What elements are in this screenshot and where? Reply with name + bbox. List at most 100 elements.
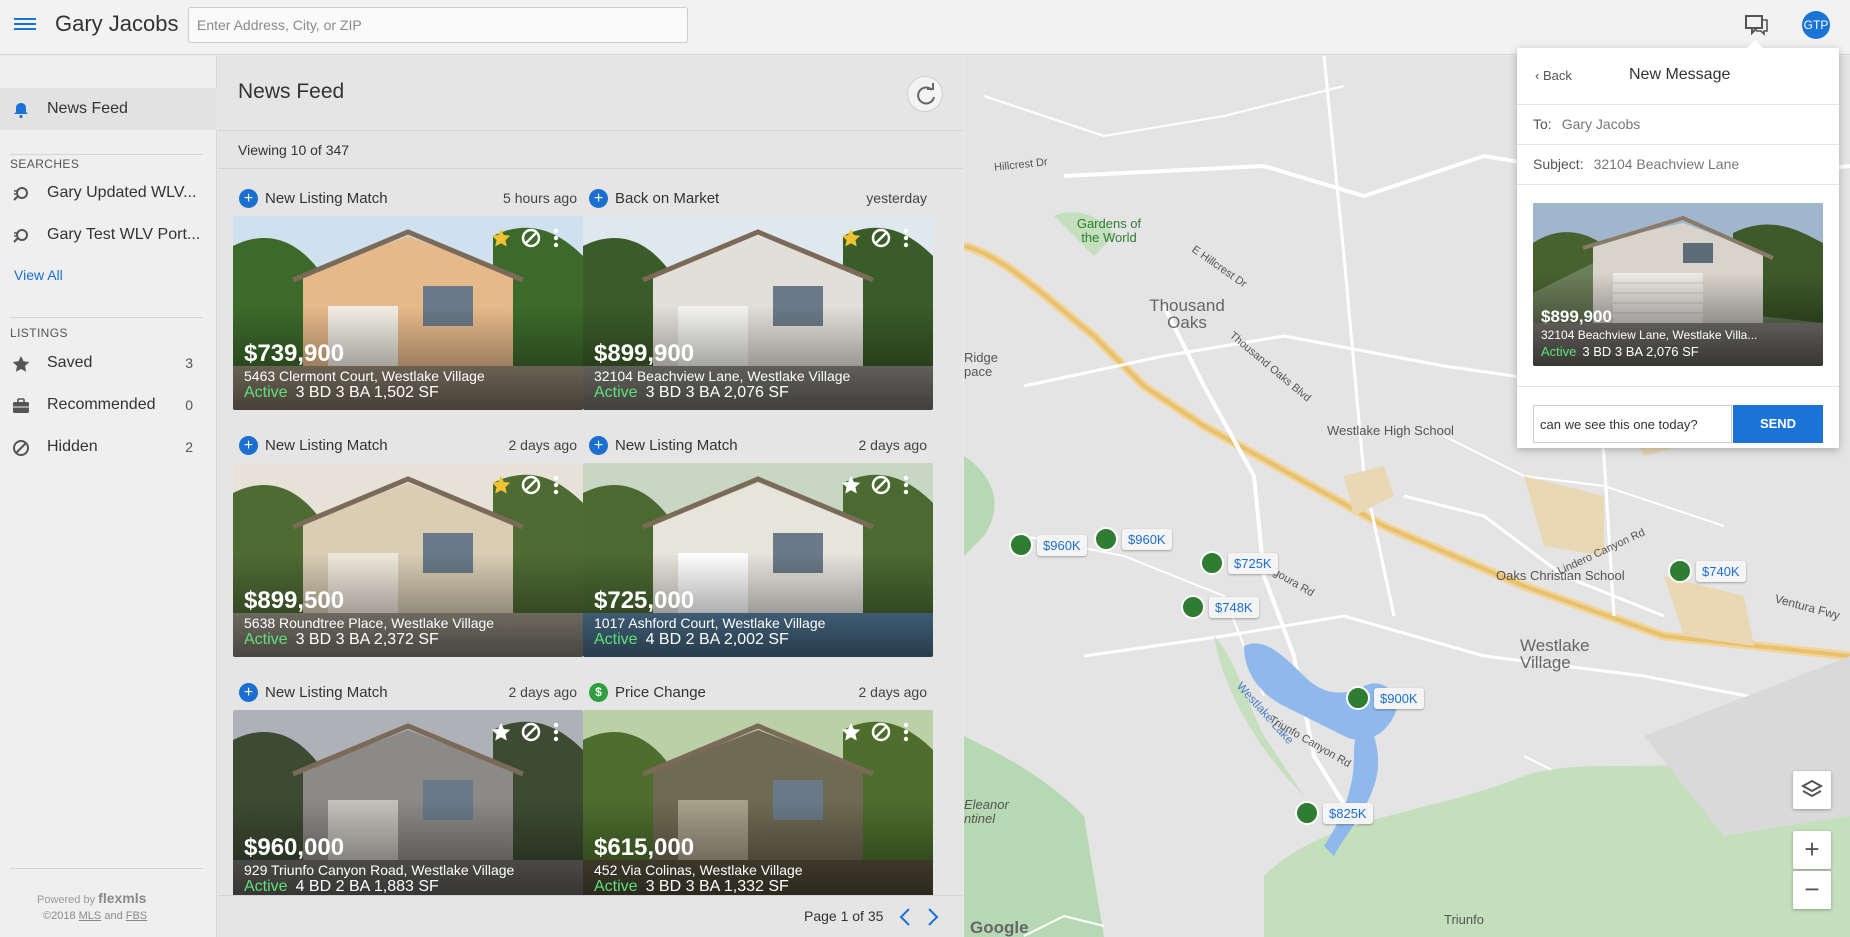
more-vert-icon[interactable] [901,474,911,496]
message-input[interactable] [1533,405,1732,443]
star-icon [12,356,30,372]
card-header: + New Listing Match 2 days ago [233,674,583,710]
star-icon[interactable] [490,227,512,249]
listing-photo[interactable]: $615,000 452 Via Colinas, Westlake Villag… [583,710,933,904]
star-icon[interactable] [840,474,862,496]
hide-listing-icon[interactable] [870,474,892,496]
map-pin[interactable]: $740K [1668,559,1746,583]
divider [10,154,203,155]
sidebar-item-hidden[interactable]: Hidden 2 [0,426,217,468]
hide-listing-icon[interactable] [870,227,892,249]
more-vert-icon[interactable] [551,227,561,249]
listing-photo[interactable]: $960,000 929 Triunfo Canyon Road, Westlak… [233,710,583,904]
map-pin[interactable]: $900K [1346,686,1424,710]
hide-listing-icon[interactable] [520,721,542,743]
event-type: Price Change [615,683,706,701]
home-pin-icon [1668,559,1692,583]
listing-card[interactable]: + New Listing Match 5 hours ago $739,900 546… [233,180,583,410]
listing-preview: $899,900 32104 Beachview Lane, Westlake … [1533,203,1823,366]
status-badge: Active [594,384,638,401]
saved-search-icon [13,229,28,243]
viewing-count: Viewing 10 of 347 [238,142,350,158]
listing-card[interactable]: + Back on Market yesterday $899,900 32104 Be… [583,180,933,410]
star-icon[interactable] [490,474,512,496]
map-pin[interactable]: $748K [1181,595,1259,619]
listing-address: 5638 Roundtree Place, Westlake Village [244,615,495,631]
searches-heading: SEARCHES [10,157,80,171]
star-icon[interactable] [490,721,512,743]
listing-photo[interactable]: $899,900 32104 Beachview Lane, Westlake V… [583,216,933,410]
listing-price: $725,000 [594,587,695,614]
more-vert-icon[interactable] [901,227,911,249]
sidebar-item-news-feed[interactable]: News Feed [0,88,217,130]
zoom-out-button[interactable]: − [1793,871,1831,909]
address-search-input[interactable] [188,7,688,43]
listing-details: Active 3 BD 3 BA 1,502 SF [244,384,439,401]
map-pin[interactable]: $825K [1295,801,1373,825]
listing-photo[interactable]: $739,900 5463 Clermont Court, Westlake Vi… [233,216,583,410]
refresh-button[interactable] [907,76,943,112]
plus-icon: + [239,683,258,702]
sidebar-item-label: Hidden [47,438,98,455]
map-label-eleanor: Eleanor ntinel [964,797,1009,826]
event-type: New Listing Match [615,436,738,454]
sidebar-item-saved-search-1[interactable]: Gary Updated WLV... [0,172,217,214]
more-vert-icon[interactable] [551,474,561,496]
map-pin[interactable]: $960K [1094,527,1172,551]
recommended-count: 0 [185,397,193,413]
hide-listing-icon[interactable] [870,721,892,743]
map-pin[interactable]: $725K [1200,551,1278,575]
card-header: + New Listing Match 2 days ago [583,427,933,463]
messages-icon[interactable] [1744,12,1770,38]
listing-price: $899,900 [594,340,695,367]
fbs-link[interactable]: FBS [126,910,147,922]
listing-photo[interactable]: $899,500 5638 Roundtree Place, Westlake V… [233,463,583,657]
more-vert-icon[interactable] [901,721,911,743]
star-icon[interactable] [840,721,862,743]
listing-photo[interactable]: $725,000 1017 Ashford Court, Westlake Vil… [583,463,933,657]
layers-button[interactable] [1793,771,1831,809]
hamburger-menu-icon[interactable] [14,15,36,33]
listing-card[interactable]: + New Listing Match 2 days ago $960,000 929 … [233,674,583,904]
listing-card[interactable]: + New Listing Match 2 days ago $725,000 1017… [583,427,933,657]
subject-field[interactable]: Subject: 32104 Beachview Lane [1533,156,1739,172]
home-pin-icon [1346,686,1370,710]
user-avatar[interactable]: GTP [1802,11,1830,39]
listing-address: 929 Triunfo Canyon Road, Westlake Villag… [244,862,515,878]
map-pin[interactable]: $960K [1009,533,1087,557]
hide-listing-icon[interactable] [520,474,542,496]
chevron-left-icon[interactable] [898,906,912,928]
flexmls-logo: flexmls [98,890,147,906]
briefcase-icon [13,398,29,413]
hidden-count: 2 [185,439,193,455]
map-label-gardens: Gardens of the World [1076,216,1142,245]
sidebar-item-saved-search-2[interactable]: Gary Test WLV Port... [0,214,217,256]
zoom-in-button[interactable]: + [1793,831,1831,869]
listing-card[interactable]: $ Price Change 2 days ago $615,000 452 Via C… [583,674,933,904]
hide-listing-icon[interactable] [520,227,542,249]
sidebar: News Feed SEARCHES Gary Updated WLV... G… [0,56,217,937]
sidebar-item-recommended[interactable]: Recommended 0 [0,384,217,426]
listing-details: Active 4 BD 2 BA 1,883 SF [244,878,439,895]
saved-count: 3 [185,355,193,371]
listing-address: 452 Via Colinas, Westlake Village [594,862,803,878]
listing-price: $960,000 [244,834,345,861]
sidebar-item-label: Gary Test WLV Port... [47,226,201,243]
app-title: Gary Jacobs [55,11,179,36]
listing-card[interactable]: + New Listing Match 2 days ago $899,500 5638… [233,427,583,657]
send-button[interactable]: SEND [1733,405,1823,443]
event-time: 2 days ago [508,684,578,700]
sidebar-item-saved[interactable]: Saved 3 [0,342,217,384]
more-vert-icon[interactable] [551,721,561,743]
listing-price: $899,500 [244,587,345,614]
mls-link[interactable]: MLS [79,910,102,922]
listing-address: 32104 Beachview Lane, Westlake Village [594,368,851,384]
card-header: + Back on Market yesterday [583,180,933,216]
chevron-right-icon[interactable] [926,906,940,928]
listing-address: 1017 Ashford Court, Westlake Village [594,615,826,631]
view-all-link[interactable]: View All [14,267,63,283]
back-button[interactable]: ‹ Back [1535,68,1572,83]
listing-details: Active 4 BD 2 BA 2,002 SF [594,631,789,648]
to-field[interactable]: To: Gary Jacobs [1533,116,1640,132]
star-icon[interactable] [840,227,862,249]
